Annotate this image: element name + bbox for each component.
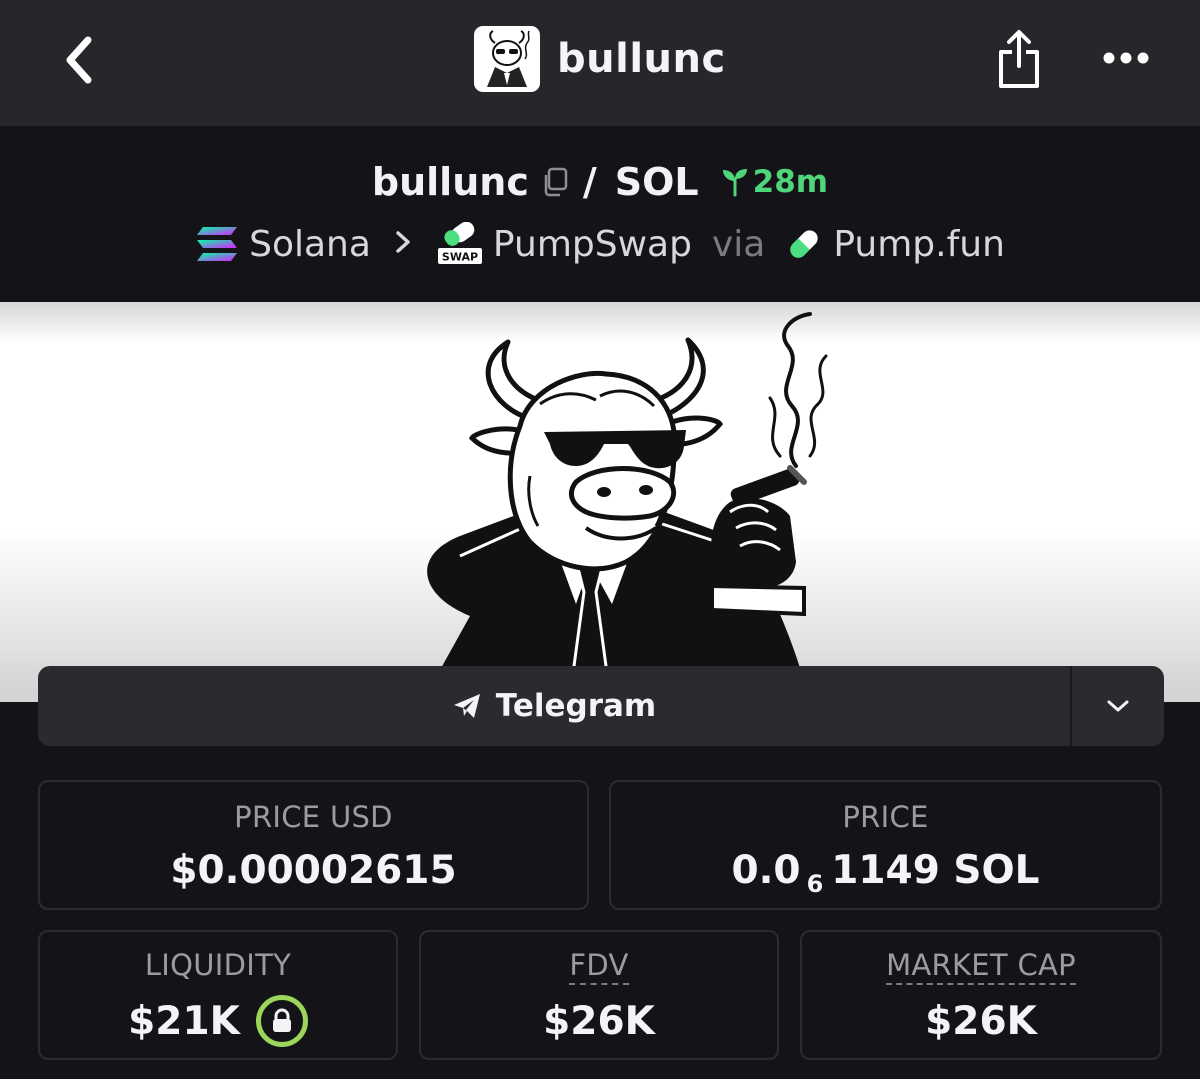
price-native-card: PRICE 0.0 6 1149 SOL bbox=[609, 780, 1162, 910]
token-avatar bbox=[474, 26, 540, 92]
price-prefix: 0.0 bbox=[731, 847, 801, 893]
quote-token-symbol: SOL bbox=[614, 160, 699, 204]
price-native-value: 0.0 6 1149 SOL bbox=[611, 846, 1160, 899]
more-options-button[interactable] bbox=[1098, 40, 1154, 76]
links-dropdown-button[interactable] bbox=[1070, 666, 1164, 746]
telegram-label: Telegram bbox=[495, 688, 657, 724]
fdv-label-wrap: FDV bbox=[421, 948, 777, 985]
liquidity-lock-badge[interactable] bbox=[255, 995, 308, 1047]
social-links-bar: Telegram bbox=[38, 666, 1164, 746]
pair-header: bullunc / SOL 28m Solana SWAP PumpSwap v… bbox=[0, 126, 1200, 302]
market-cap-card: MARKET CAP $26K bbox=[800, 930, 1162, 1060]
price-native-label: PRICE bbox=[842, 800, 929, 834]
fdv-label[interactable]: FDV bbox=[569, 948, 629, 985]
share-icon bbox=[999, 30, 1039, 88]
price-usd-label: PRICE USD bbox=[234, 800, 393, 834]
pill-icon bbox=[785, 225, 823, 263]
svg-text:SWAP: SWAP bbox=[442, 251, 478, 264]
top-nav-bar: bullunc bbox=[0, 0, 1200, 126]
token-title: bullunc bbox=[474, 26, 726, 92]
base-token-symbol: bullunc bbox=[371, 160, 529, 204]
fdv-value: $26K bbox=[543, 998, 655, 1044]
price-usd-card: PRICE USD $0.00002615 bbox=[38, 780, 589, 910]
pair-name: bullunc / SOL 28m bbox=[0, 156, 1200, 208]
network-link[interactable]: Solana bbox=[249, 224, 371, 265]
app-title: bullunc bbox=[557, 36, 726, 82]
share-button[interactable] bbox=[992, 26, 1046, 92]
pair-age-text: 28m bbox=[752, 164, 829, 200]
via-label: via bbox=[711, 223, 766, 265]
price-usd-value: $0.00002615 bbox=[170, 847, 457, 893]
back-button[interactable] bbox=[52, 28, 106, 92]
solana-icon bbox=[195, 225, 239, 263]
pumpswap-icon: SWAP bbox=[437, 222, 483, 266]
lock-icon bbox=[272, 1008, 291, 1032]
copy-button[interactable] bbox=[541, 167, 569, 197]
seedling-icon bbox=[722, 169, 747, 197]
telegram-button[interactable]: Telegram bbox=[38, 666, 1070, 746]
market-cap-value: $26K bbox=[925, 998, 1037, 1044]
liquidity-label: LIQUIDITY bbox=[144, 948, 292, 982]
telegram-icon bbox=[453, 694, 480, 718]
price-zero-count: 6 bbox=[806, 870, 824, 898]
chevron-left-icon bbox=[66, 36, 92, 84]
chevron-right-icon bbox=[395, 227, 411, 262]
launchpad-link[interactable]: Pump.fun bbox=[833, 224, 1005, 265]
pair-separator: / bbox=[582, 160, 597, 204]
dex-link[interactable]: PumpSwap bbox=[493, 224, 692, 265]
fdv-card: FDV $26K bbox=[419, 930, 779, 1060]
copy-icon bbox=[544, 167, 568, 197]
liquidity-card: LIQUIDITY $21K bbox=[38, 930, 398, 1060]
token-banner-image bbox=[0, 302, 1200, 702]
pair-age: 28m bbox=[721, 164, 828, 200]
liquidity-value-row: $21K bbox=[40, 994, 396, 1048]
market-cap-label[interactable]: MARKET CAP bbox=[886, 948, 1076, 985]
market-cap-label-wrap: MARKET CAP bbox=[802, 948, 1160, 985]
liquidity-value: $21K bbox=[128, 998, 240, 1044]
chain-breadcrumb: Solana SWAP PumpSwap via Pump.fun bbox=[0, 218, 1200, 270]
chevron-down-icon bbox=[1107, 700, 1129, 712]
bull-mascot-illustration bbox=[422, 312, 828, 702]
price-digits: 1149 SOL bbox=[831, 847, 1040, 893]
more-dots-icon bbox=[1103, 52, 1149, 64]
